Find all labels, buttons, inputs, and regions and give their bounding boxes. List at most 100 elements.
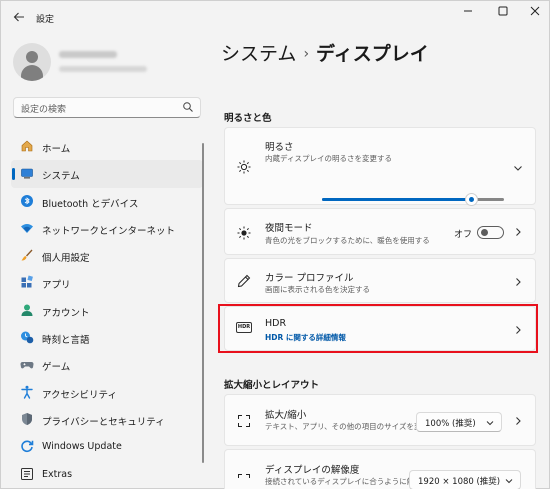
sidebar-scrollbar[interactable] (202, 143, 204, 463)
sidebar-item-label: プライバシーとセキュリティ (42, 416, 165, 428)
night-light-icon (237, 226, 251, 240)
sidebar-item-label: ネットワークとインターネット (42, 225, 176, 237)
sidebar-item-label: Bluetooth とデバイス (42, 198, 139, 210)
scale-card[interactable]: 拡大/縮小 テキスト、アプリ、その他の項目のサイズを変更する 100% (推奨) (224, 394, 536, 446)
sun-icon (237, 160, 251, 174)
user-profile[interactable] (13, 43, 203, 83)
account-icon (21, 304, 33, 316)
apps-icon (21, 276, 33, 288)
system-icon (21, 168, 33, 179)
sidebar-item-gaming[interactable]: ゲーム (11, 351, 203, 378)
arrow-left-icon (13, 12, 24, 22)
sidebar-item-label: アプリ (42, 280, 71, 292)
color-profile-subtitle: 画面に表示される色を決定する (265, 285, 370, 294)
gamepad-icon (20, 362, 34, 369)
maximize-button[interactable] (491, 5, 515, 21)
chevron-down-icon (505, 479, 513, 484)
sidebar-item-personalization[interactable]: 個人用設定 (11, 242, 203, 269)
settings-window: 設定 設定の検索 ホーム システム Bluetooth とデバイス ネットワーク… (0, 0, 550, 489)
title-bar: 設定 (1, 1, 549, 35)
sidebar-item-label: 個人用設定 (42, 253, 90, 265)
blurred-user-name (59, 51, 117, 58)
sidebar-nav: ホーム システム Bluetooth とデバイス ネットワークとインターネット … (11, 133, 203, 488)
brightness-title: 明るさ (265, 142, 294, 153)
brightness-slider-thumb[interactable] (465, 193, 479, 206)
chevron-down-icon (486, 421, 494, 426)
color-profile-title: カラー プロファイル (265, 273, 354, 284)
close-icon (530, 6, 540, 16)
night-light-state: オフ (454, 230, 473, 240)
windows-update-icon (21, 440, 34, 453)
search-icon (183, 102, 193, 112)
bluetooth-icon (21, 194, 33, 207)
sidebar-item-windows-update[interactable]: Windows Update (11, 433, 203, 460)
night-light-toggle[interactable] (477, 226, 504, 239)
section-title-brightness-color: 明るさと色 (224, 113, 272, 124)
night-light-title: 夜間モード (265, 223, 313, 234)
accessibility-icon (21, 385, 33, 399)
chevron-down-icon[interactable] (513, 163, 523, 173)
sidebar-item-extras[interactable]: Extras (11, 461, 203, 488)
shield-icon (22, 412, 32, 425)
brightness-slider[interactable] (322, 193, 504, 206)
breadcrumb-separator: › (303, 46, 310, 62)
breadcrumb-parent[interactable]: システム (221, 43, 296, 65)
brightness-card[interactable]: 明るさ 内蔵ディスプレイの明るさを変更する (224, 127, 536, 206)
time-language-icon (21, 331, 34, 344)
night-light-subtitle: 青色の光をブロックするために、暖色を使用する (265, 236, 430, 245)
brightness-subtitle: 内蔵ディスプレイの明るさを変更する (265, 154, 392, 163)
resolution-dropdown[interactable]: 1920 × 1080 (推奨) (409, 470, 521, 489)
scale-dropdown-value: 100% (推奨) (425, 419, 476, 429)
sidebar-item-time-language[interactable]: 時刻と言語 (11, 324, 203, 351)
sidebar-item-label: ゲーム (42, 362, 71, 374)
sidebar-item-privacy-security[interactable]: プライバシーとセキュリティ (11, 406, 203, 433)
sidebar-item-bluetooth[interactable]: Bluetooth とデバイス (11, 188, 203, 215)
sidebar-item-label: アクセシビリティ (42, 389, 117, 401)
brightness-slider-fill (322, 198, 472, 201)
blurred-user-email (59, 66, 147, 72)
sidebar-item-home[interactable]: ホーム (11, 133, 203, 160)
close-button[interactable] (523, 5, 547, 21)
sidebar-item-label: Windows Update (42, 441, 122, 453)
selection-indicator (12, 168, 15, 181)
sidebar-item-accounts[interactable]: アカウント (11, 297, 203, 324)
scale-title: 拡大/縮小 (265, 410, 307, 421)
sidebar-item-system[interactable]: システム (11, 160, 203, 188)
search-placeholder: 設定の検索 (21, 105, 67, 115)
section-title-scale-layout: 拡大縮小とレイアウト (224, 380, 320, 391)
sidebar-item-label: アカウント (42, 307, 90, 319)
night-light-card[interactable]: 夜間モード 青色の光をブロックするために、暖色を使用する オフ (224, 208, 536, 255)
color-profile-card[interactable]: カラー プロファイル 画面に表示される色を決定する (224, 258, 536, 303)
toggle-knob (481, 229, 488, 236)
sidebar-item-apps[interactable]: アプリ (11, 269, 203, 296)
chevron-right-icon[interactable] (513, 227, 523, 237)
avatar (13, 43, 51, 81)
minimize-icon (464, 10, 472, 12)
home-icon (21, 140, 33, 152)
scale-icon (238, 415, 250, 427)
app-title: 設定 (36, 15, 55, 25)
scale-dropdown[interactable]: 100% (推奨) (416, 412, 502, 432)
extras-icon (21, 467, 33, 480)
sidebar-item-label: システム (42, 171, 80, 183)
sidebar-item-label: ホーム (42, 144, 71, 155)
eyedropper-icon (237, 274, 251, 288)
sidebar-item-label: Extras (42, 468, 73, 480)
sidebar-item-network[interactable]: ネットワークとインターネット (11, 215, 203, 242)
chevron-right-icon[interactable] (513, 416, 523, 426)
sidebar-item-accessibility[interactable]: アクセシビリティ (11, 379, 203, 406)
wifi-icon (21, 223, 33, 233)
resolution-card[interactable]: ディスプレイの解像度 接続されているディスプレイに合うように解像度を 1920 … (224, 449, 536, 489)
highlight-box (218, 304, 538, 353)
sidebar-item-label: 時刻と言語 (42, 335, 90, 347)
minimize-button[interactable] (456, 5, 480, 21)
resolution-icon (238, 474, 250, 478)
breadcrumb: システム › ディスプレイ (221, 39, 429, 66)
page-title: ディスプレイ (316, 43, 429, 65)
maximize-icon (498, 6, 508, 16)
back-button[interactable] (9, 7, 29, 27)
settings-search-input[interactable]: 設定の検索 (13, 97, 201, 118)
brush-icon (21, 249, 33, 261)
chevron-right-icon[interactable] (513, 277, 523, 287)
resolution-title: ディスプレイの解像度 (265, 465, 360, 476)
